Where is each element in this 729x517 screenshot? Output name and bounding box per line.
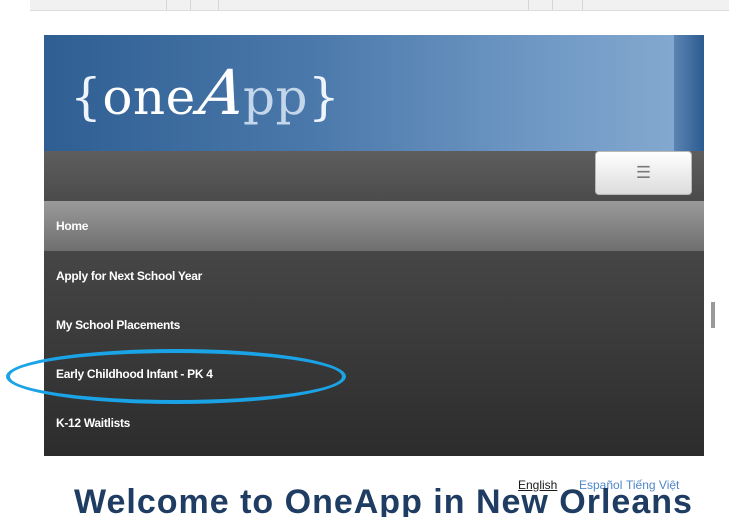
logo-one: one [102,68,196,126]
nav-item-early-childhood[interactable]: Early Childhood Infant - PK 4 [44,349,704,399]
toolbar-divider [166,0,167,10]
toolbar-divider [528,0,529,10]
nav-item-home[interactable]: Home [44,201,704,251]
toolbar-divider [218,0,219,10]
toolbar-divider [552,0,553,10]
nav-item-apply[interactable]: Apply for Next School Year [44,251,704,301]
menu-toggle-button[interactable]: ☰ [595,151,692,195]
site-header: {oneApp} [44,35,704,151]
header-edge [674,35,704,151]
welcome-heading: Welcome to OneApp in New Orleans [74,483,693,517]
page-frame: {oneApp} ☰ Home Apply for Next School Ye… [44,35,704,517]
logo-brace-open: { [70,68,103,126]
nav-menu: Home Apply for Next School Year My Schoo… [44,201,704,456]
nav-item-placements[interactable]: My School Placements [44,300,704,350]
scroll-handle[interactable] [711,302,715,328]
oneapp-logo[interactable]: {oneApp} [70,53,340,133]
toolbar-divider [582,0,583,10]
toolbar-divider [190,0,191,10]
hamburger-icon: ☰ [635,163,652,182]
logo-pp: pp [243,68,309,126]
browser-toolbar [30,0,729,11]
nav-item-k12-waitlists[interactable]: K-12 Waitlists [44,398,704,448]
logo-brace-close: } [308,68,341,126]
